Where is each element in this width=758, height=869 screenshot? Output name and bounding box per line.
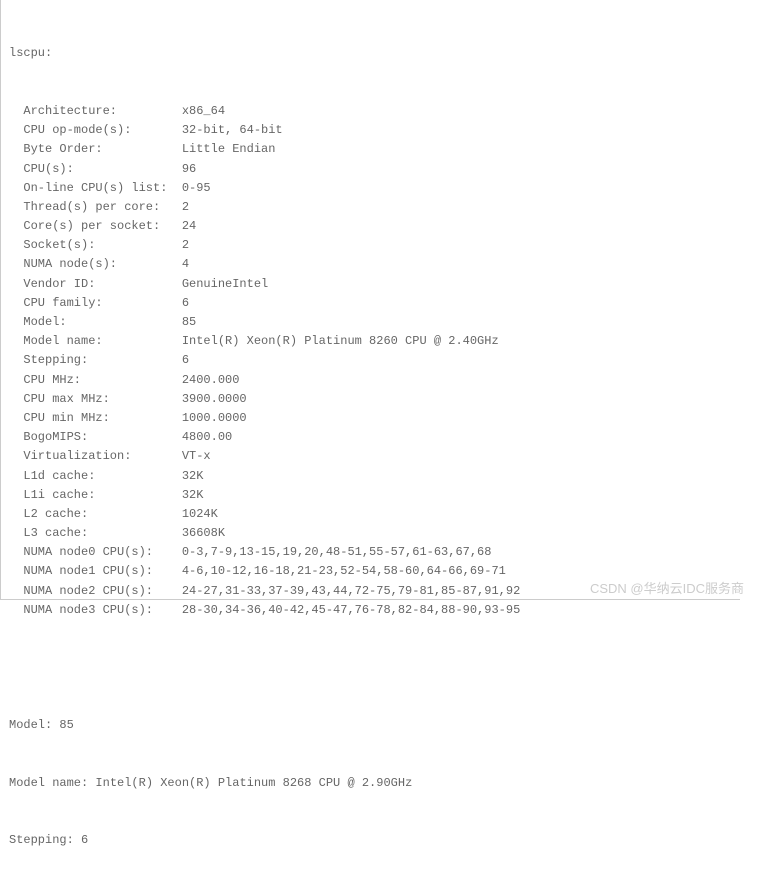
row-label: NUMA node3 CPU(s): xyxy=(23,601,181,620)
footer-text-1: Model name: Intel(R) Xeon(R) Platinum 82… xyxy=(9,774,412,793)
lscpu-header: lscpu: xyxy=(9,44,732,63)
row-value: 24 xyxy=(182,217,196,236)
lscpu-row: L1i cache:32K xyxy=(9,486,732,505)
row-label: Thread(s) per core: xyxy=(23,198,181,217)
lscpu-row: NUMA node3 CPU(s):28-30,34-36,40-42,45-4… xyxy=(9,601,732,620)
row-value: 1024K xyxy=(182,505,218,524)
lscpu-row: Model:85 xyxy=(9,313,732,332)
row-value: 32K xyxy=(182,486,204,505)
row-value: 0-3,7-9,13-15,19,20,48-51,55-57,61-63,67… xyxy=(182,543,492,562)
row-value: 1000.0000 xyxy=(182,409,247,428)
lscpu-row: NUMA node(s):4 xyxy=(9,255,732,274)
lscpu-row: L1d cache:32K xyxy=(9,467,732,486)
row-value: Intel(R) Xeon(R) Platinum 8260 CPU @ 2.4… xyxy=(182,332,499,351)
row-value: 28-30,34-36,40-42,45-47,76-78,82-84,88-9… xyxy=(182,601,520,620)
row-value: 96 xyxy=(182,160,196,179)
row-value: VT-x xyxy=(182,447,211,466)
lscpu-row: On-line CPU(s) list:0-95 xyxy=(9,179,732,198)
blank-line xyxy=(9,658,732,677)
row-label: L3 cache: xyxy=(23,524,181,543)
row-label: BogoMIPS: xyxy=(23,428,181,447)
row-label: Byte Order: xyxy=(23,140,181,159)
row-value: 32-bit, 64-bit xyxy=(182,121,283,140)
lscpu-row: Socket(s):2 xyxy=(9,236,732,255)
lscpu-row: Model name:Intel(R) Xeon(R) Platinum 826… xyxy=(9,332,732,351)
lscpu-row: CPU min MHz:1000.0000 xyxy=(9,409,732,428)
lscpu-row: NUMA node2 CPU(s):24-27,31-33,37-39,43,4… xyxy=(9,582,732,601)
row-value: Little Endian xyxy=(182,140,276,159)
row-value: 3900.0000 xyxy=(182,390,247,409)
row-value: 85 xyxy=(182,313,196,332)
lscpu-row: Architecture:x86_64 xyxy=(9,102,732,121)
lscpu-row: L2 cache:1024K xyxy=(9,505,732,524)
lscpu-row: Byte Order:Little Endian xyxy=(9,140,732,159)
lscpu-row: CPU family:6 xyxy=(9,294,732,313)
row-value: 2 xyxy=(182,236,189,255)
row-value: 0-95 xyxy=(182,179,211,198)
lscpu-row: Stepping:6 xyxy=(9,351,732,370)
row-value: 4 xyxy=(182,255,189,274)
header-text: lscpu: xyxy=(9,44,52,63)
row-value: 4800.00 xyxy=(182,428,232,447)
row-label: CPU min MHz: xyxy=(23,409,181,428)
row-label: Virtualization: xyxy=(23,447,181,466)
row-label: NUMA node1 CPU(s): xyxy=(23,562,181,581)
row-value: 36608K xyxy=(182,524,225,543)
row-label: NUMA node0 CPU(s): xyxy=(23,543,181,562)
row-value: 4-6,10-12,16-18,21-23,52-54,58-60,64-66,… xyxy=(182,562,506,581)
footer-text-0: Model: 85 xyxy=(9,716,74,735)
lscpu-row: Core(s) per socket:24 xyxy=(9,217,732,236)
lscpu-row: NUMA node0 CPU(s):0-3,7-9,13-15,19,20,48… xyxy=(9,543,732,562)
row-label: Architecture: xyxy=(23,102,181,121)
row-value: 6 xyxy=(182,294,189,313)
row-label: L2 cache: xyxy=(23,505,181,524)
lscpu-row: NUMA node1 CPU(s):4-6,10-12,16-18,21-23,… xyxy=(9,562,732,581)
terminal-output: lscpu: Architecture:x86_64CPU op-mode(s)… xyxy=(0,0,740,600)
footer-line: Model name: Intel(R) Xeon(R) Platinum 82… xyxy=(9,774,732,793)
row-label: Core(s) per socket: xyxy=(23,217,181,236)
lscpu-row: CPU(s):96 xyxy=(9,160,732,179)
row-label: Stepping: xyxy=(23,351,181,370)
row-value: x86_64 xyxy=(182,102,225,121)
lscpu-row: Thread(s) per core:2 xyxy=(9,198,732,217)
lscpu-row: L3 cache:36608K xyxy=(9,524,732,543)
lscpu-row: CPU op-mode(s):32-bit, 64-bit xyxy=(9,121,732,140)
row-label: Model: xyxy=(23,313,181,332)
footer-line: Stepping: 6 xyxy=(9,831,732,850)
row-label: CPU family: xyxy=(23,294,181,313)
lscpu-row: CPU max MHz:3900.0000 xyxy=(9,390,732,409)
row-label: Socket(s): xyxy=(23,236,181,255)
row-label: Model name: xyxy=(23,332,181,351)
lscpu-row: BogoMIPS:4800.00 xyxy=(9,428,732,447)
lscpu-row: CPU MHz:2400.000 xyxy=(9,371,732,390)
row-label: NUMA node(s): xyxy=(23,255,181,274)
row-label: CPU op-mode(s): xyxy=(23,121,181,140)
row-value: 24-27,31-33,37-39,43,44,72-75,79-81,85-8… xyxy=(182,582,520,601)
row-label: NUMA node2 CPU(s): xyxy=(23,582,181,601)
row-label: L1i cache: xyxy=(23,486,181,505)
row-label: L1d cache: xyxy=(23,467,181,486)
row-value: 32K xyxy=(182,467,204,486)
footer-text-2: Stepping: 6 xyxy=(9,831,88,850)
row-value: GenuineIntel xyxy=(182,275,268,294)
row-label: On-line CPU(s) list: xyxy=(23,179,181,198)
row-label: CPU(s): xyxy=(23,160,181,179)
row-label: CPU MHz: xyxy=(23,371,181,390)
footer-line: Model: 85 xyxy=(9,716,732,735)
row-label: CPU max MHz: xyxy=(23,390,181,409)
lscpu-row: Vendor ID:GenuineIntel xyxy=(9,275,732,294)
row-value: 2400.000 xyxy=(182,371,240,390)
row-label: Vendor ID: xyxy=(23,275,181,294)
row-value: 6 xyxy=(182,351,189,370)
lscpu-row: Virtualization:VT-x xyxy=(9,447,732,466)
row-value: 2 xyxy=(182,198,189,217)
